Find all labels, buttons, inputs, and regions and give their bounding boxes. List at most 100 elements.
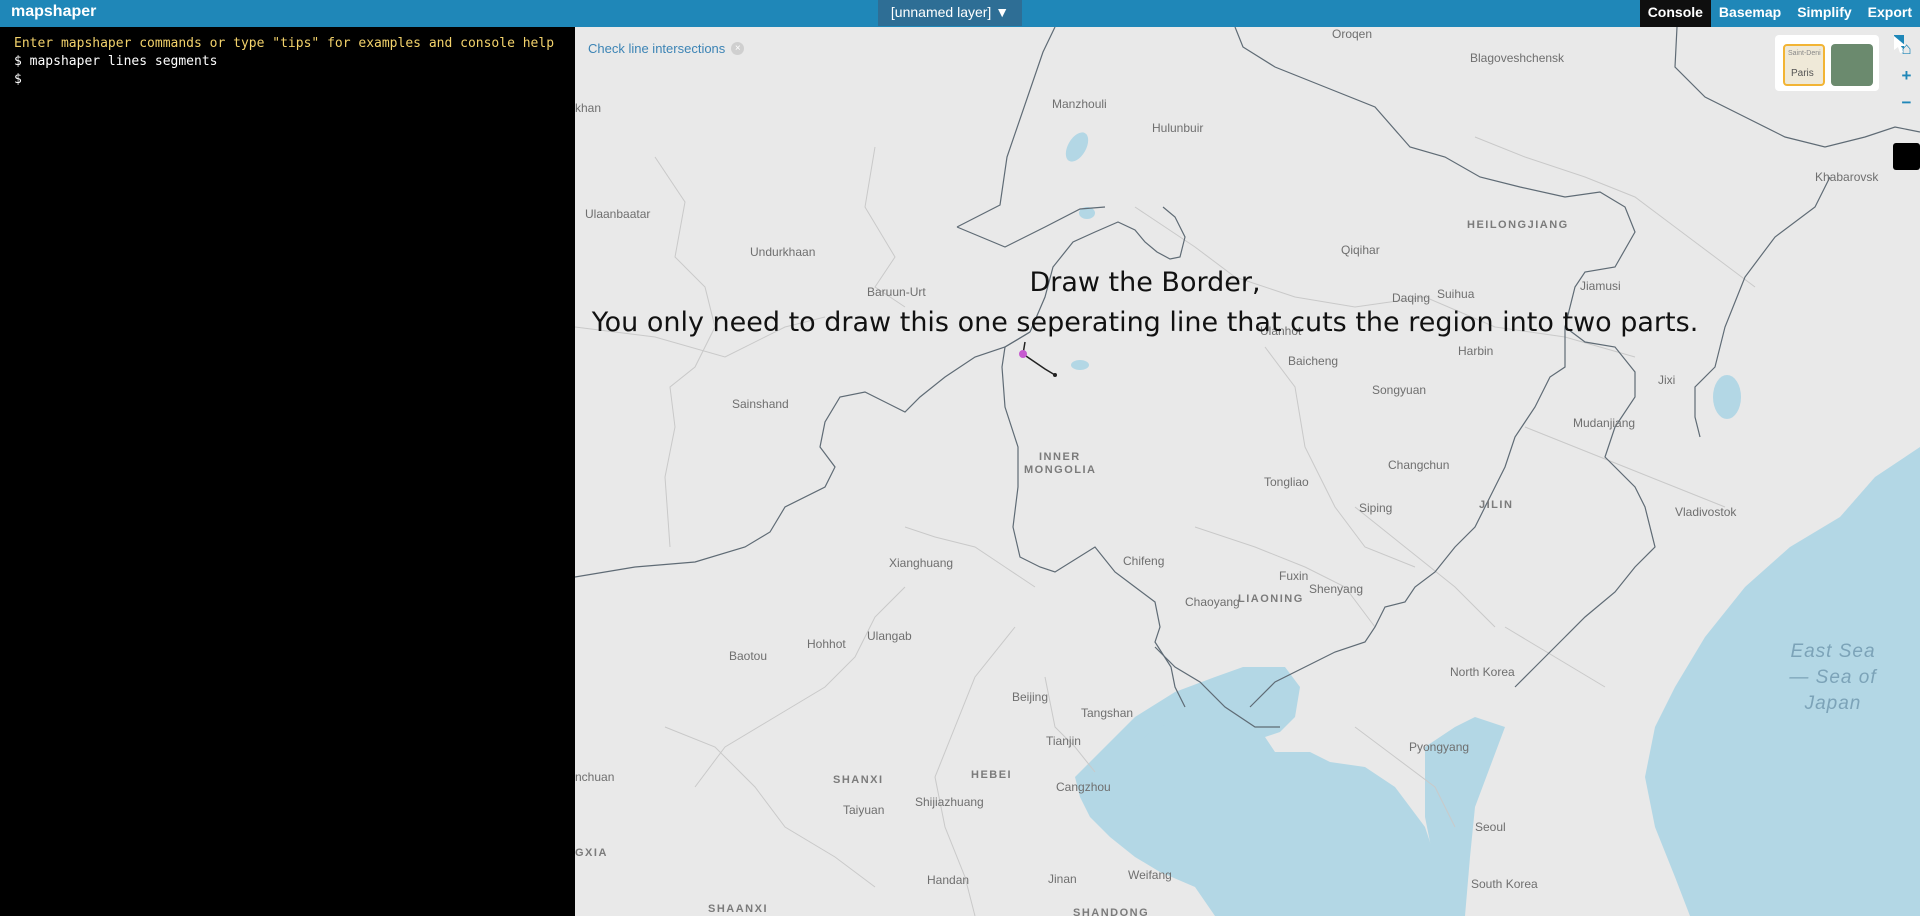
basemap-button[interactable]: Basemap [1711, 0, 1789, 27]
place-label: Shijiazhuang [915, 795, 984, 809]
lake [1713, 375, 1741, 419]
drawn-border-line [1022, 353, 1056, 376]
place-label: Pyongyang [1409, 740, 1470, 754]
place-label: Hulunbuir [1152, 121, 1204, 135]
province-border [1354, 506, 1496, 628]
country-border [956, 27, 1056, 228]
country-border [1514, 326, 1656, 688]
region-label: HEILONGJIANG [1467, 219, 1569, 231]
region-label: LIAONING [1238, 593, 1304, 605]
region-label: SHANDONG [1073, 907, 1150, 916]
console-prompt[interactable]: $ [14, 72, 22, 87]
region-label: JILIN [1479, 499, 1514, 511]
place-label: Changchun [1388, 458, 1450, 472]
place-label: Baotou [729, 649, 768, 663]
sea-label-line: Japan [1804, 693, 1862, 714]
instruction-title: Draw the Border, [1029, 267, 1261, 298]
map-canvas[interactable] [575, 27, 1920, 916]
country-border [1001, 331, 1186, 708]
place-label: Baicheng [1288, 354, 1339, 368]
province-border [1524, 426, 1726, 508]
sea-label-line: East Sea [1790, 641, 1876, 662]
place-label: khan [575, 101, 602, 115]
export-button[interactable]: Export [1860, 0, 1920, 27]
map-tools: ⌂ + − [1893, 35, 1920, 170]
place-label: Qiqihar [1341, 243, 1380, 257]
place-label: Weifang [1128, 868, 1172, 882]
layer-menu-button[interactable]: [unnamed layer] ▼ [878, 0, 1022, 26]
place-label: Cangzhou [1056, 780, 1111, 794]
region-label: SHANXI [833, 774, 884, 786]
place-label: Shenyang [1309, 582, 1364, 596]
zoom-out-icon[interactable]: − [1893, 89, 1920, 116]
place-label: Tianjin [1046, 734, 1081, 748]
top-bar: mapshaper [unnamed layer] ▼ Console Base… [0, 0, 1920, 27]
place-label: Ulaanbaatar [585, 207, 651, 221]
place-label: Chifeng [1123, 554, 1165, 568]
sea-label-line: — Sea of [1789, 667, 1877, 688]
country-border [575, 331, 1031, 578]
check-intersections[interactable]: Check line intersections × [588, 41, 745, 56]
satellite-basemap-thumbnail[interactable] [1831, 44, 1873, 86]
place-label: Manzhouli [1052, 97, 1107, 111]
place-label: Harbin [1458, 344, 1494, 358]
place-label: Xianghuang [889, 556, 954, 570]
place-label: Vladivostok [1675, 505, 1737, 519]
place-label: Oroqen [1332, 27, 1373, 41]
console-button[interactable]: Console [1639, 0, 1711, 27]
place-label: Undurkhaan [750, 245, 816, 259]
place-label: South Korea [1471, 877, 1538, 891]
place-label: Blagoveshchensk [1470, 51, 1565, 65]
place-label: Mudanjiang [1573, 416, 1636, 430]
place-label: Tongliao [1264, 475, 1309, 489]
bookmark-icon[interactable] [1893, 35, 1920, 143]
place-label: Jinan [1048, 872, 1077, 886]
check-intersections-label[interactable]: Check line intersections [588, 41, 725, 56]
place-label: Chaoyang [1185, 595, 1240, 609]
simplify-button[interactable]: Simplify [1789, 0, 1859, 27]
pointer-icon[interactable] [1893, 36, 1920, 170]
place-label: Tangshan [1081, 706, 1134, 720]
place-label: Beijing [1012, 690, 1049, 704]
thumbnail-small-label: Saint-Deni [1788, 50, 1821, 57]
basemap-switcher: Saint-Deni Paris [1775, 35, 1879, 91]
console-history-line: $ mapshaper lines segments [14, 54, 218, 69]
place-label: Handan [927, 873, 970, 887]
place-label: Jixi [1658, 373, 1676, 387]
place-label: Hohhot [807, 637, 846, 651]
region-label: INNER [1039, 451, 1081, 463]
main-nav: Console Basemap Simplify Export [1639, 0, 1920, 27]
place-label: Seoul [1475, 820, 1506, 834]
instruction-text: You only need to draw this one seperatin… [591, 307, 1699, 338]
region-label: MONGOLIA [1024, 464, 1097, 476]
province-border [1264, 346, 1416, 568]
lake [1071, 360, 1089, 370]
app-logo: mapshaper [11, 3, 97, 20]
place-label: Khabarovsk [1815, 170, 1879, 184]
thumbnail-label: Paris [1791, 68, 1814, 79]
drawing-vertex [1019, 350, 1027, 358]
province-border [694, 586, 906, 788]
map-view[interactable]: Check line intersections × Oroqen Blagov… [575, 27, 1920, 916]
place-label: Siping [1359, 501, 1393, 515]
drawing-vertex [1053, 373, 1057, 377]
province-border [1044, 676, 1096, 773]
place-label: North Korea [1450, 665, 1515, 679]
province-border [1504, 626, 1606, 688]
region-label: HEBEI [971, 769, 1013, 781]
region-label: GXIA [575, 847, 608, 859]
console-panel[interactable]: Enter mapshaper commands or type "tips" … [0, 27, 575, 916]
instruction-overlay: Draw the Border, You only need to draw t… [575, 263, 1715, 343]
console-intro: Enter mapshaper commands or type "tips" … [14, 36, 555, 51]
lake [1065, 132, 1089, 162]
place-label: Fuxin [1279, 569, 1309, 583]
place-label: nchuan [575, 770, 615, 784]
sea-label: East Sea — Sea of Japan [1773, 639, 1893, 717]
close-icon[interactable]: × [731, 42, 745, 55]
zoom-in-icon[interactable]: + [1893, 62, 1920, 89]
place-label: Taiyuan [843, 803, 885, 817]
place-label: Sainshand [732, 397, 789, 411]
place-label: Ulangab [867, 629, 912, 643]
place-label: Songyuan [1372, 383, 1427, 397]
street-basemap-thumbnail[interactable]: Saint-Deni Paris [1783, 44, 1825, 86]
